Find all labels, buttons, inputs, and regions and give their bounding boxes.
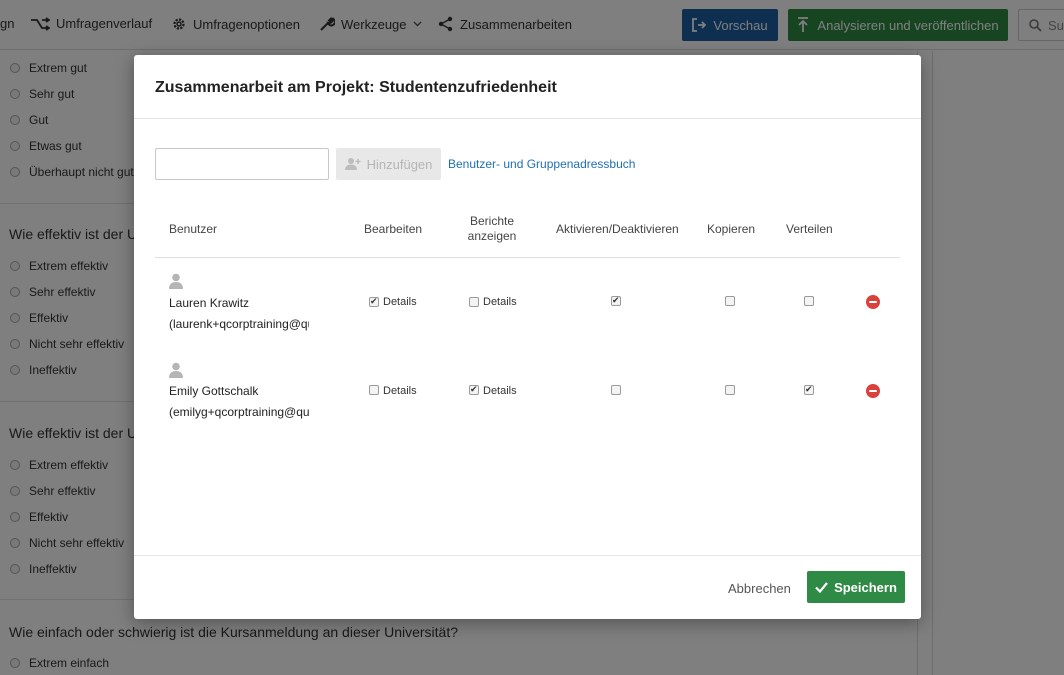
- edit-checkbox[interactable]: [369, 385, 379, 395]
- save-button-label: Speichern: [834, 579, 897, 595]
- column-header-reports-line1: Berichte: [469, 214, 515, 228]
- reports-details-link[interactable]: Details: [483, 296, 517, 308]
- add-user-icon: [344, 158, 361, 170]
- dialog-title: Zusammenarbeit am Projekt: Studentenzufr…: [155, 79, 557, 96]
- column-header-distribute: Verteilen: [786, 222, 833, 236]
- save-button[interactable]: Speichern: [807, 571, 905, 603]
- dialog-divider: [134, 118, 921, 119]
- reports-checkbox[interactable]: [469, 383, 479, 395]
- user-avatar-icon: [169, 362, 183, 378]
- table-header-divider: [155, 257, 900, 258]
- user-email: (emilyg+qcorptraining@qua: [169, 405, 309, 419]
- column-header-activate: Aktivieren/Deaktivieren: [556, 222, 679, 236]
- column-header-edit: Bearbeiten: [364, 222, 423, 236]
- edit-details-link[interactable]: Details: [383, 296, 417, 308]
- distribute-checkbox[interactable]: [804, 383, 814, 395]
- address-book-link[interactable]: Benutzer- und Gruppenadressbuch: [448, 157, 635, 171]
- user-name: Emily Gottschalk: [169, 384, 259, 398]
- reports-checkbox[interactable]: [469, 297, 479, 307]
- remove-user-button[interactable]: [866, 295, 880, 309]
- add-user-button[interactable]: Hinzufügen: [336, 148, 441, 180]
- column-header-reports-line2: anzeigen: [467, 229, 517, 243]
- reports-details-link[interactable]: Details: [483, 385, 517, 397]
- dialog-footer-divider: [134, 555, 921, 556]
- edit-details-link[interactable]: Details: [383, 385, 417, 397]
- copy-checkbox[interactable]: [725, 385, 735, 395]
- remove-user-button[interactable]: [866, 384, 880, 398]
- activate-checkbox[interactable]: [611, 294, 621, 306]
- column-header-reports: Berichte anzeigen: [464, 214, 520, 244]
- distribute-checkbox[interactable]: [804, 296, 814, 306]
- column-header-copy: Kopieren: [707, 222, 756, 236]
- add-user-input[interactable]: [155, 148, 329, 180]
- cancel-button[interactable]: Abbrechen: [728, 581, 791, 596]
- user-name: Lauren Krawitz: [169, 296, 250, 310]
- column-header-user: Benutzer: [169, 222, 218, 236]
- collaboration-dialog: Zusammenarbeit am Projekt: Studentenzufr…: [134, 55, 921, 619]
- add-user-button-label: Hinzufügen: [366, 156, 433, 172]
- copy-checkbox[interactable]: [725, 296, 735, 306]
- user-email: (laurenk+qcorptraining@qua: [169, 317, 309, 331]
- user-avatar-icon: [169, 273, 183, 289]
- checkmark-icon: [815, 581, 828, 593]
- activate-checkbox[interactable]: [611, 385, 621, 395]
- edit-checkbox[interactable]: [369, 295, 379, 307]
